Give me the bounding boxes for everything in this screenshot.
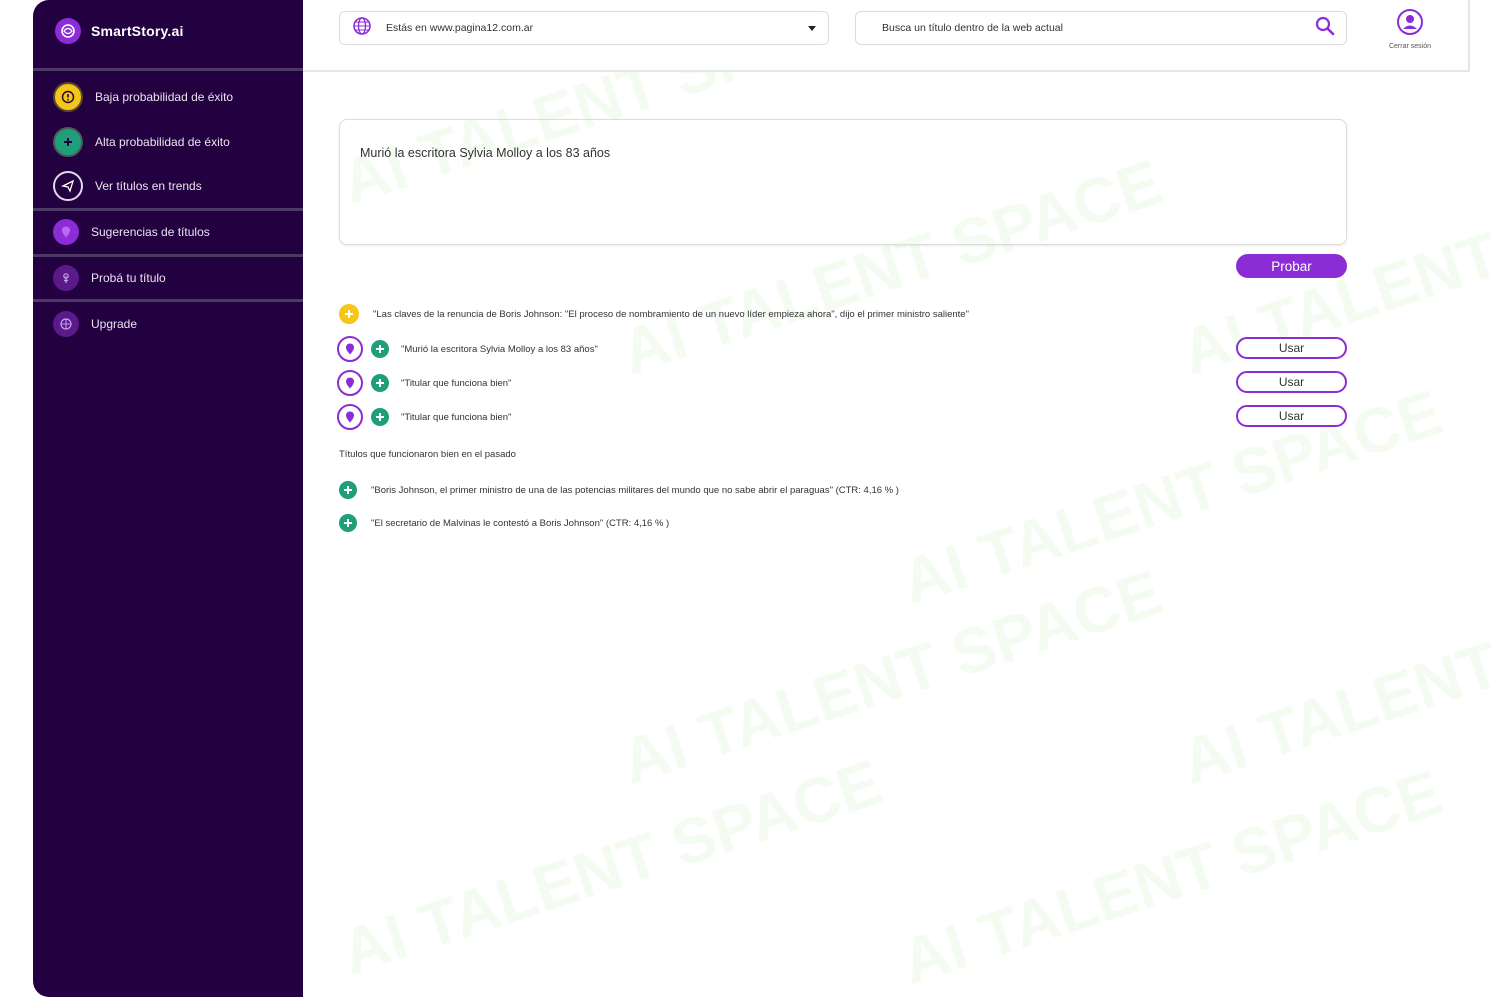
- search-box[interactable]: [855, 11, 1347, 45]
- pin-icon: [53, 219, 79, 245]
- top-bar: Estás en www.pagina12.com.ar Cerrar sesi…: [303, 0, 1470, 72]
- plus-badge-icon: [371, 408, 389, 426]
- past-title-text: "Boris Johnson, el primer ministro de un…: [371, 484, 899, 496]
- past-titles-heading: Títulos que funcionaron bien en el pasad…: [339, 449, 516, 460]
- probar-button[interactable]: Probar: [1236, 254, 1347, 278]
- watermark-text: AI TALENT SPACE: [1172, 556, 1500, 799]
- suggestion-text: "Murió la escritora Sylvia Molloy a los …: [401, 343, 598, 355]
- past-title-text: "El secretario de Malvinas le contestó a…: [371, 517, 670, 529]
- pin-icon: [337, 336, 363, 362]
- logout-label: Cerrar sesión: [1388, 43, 1431, 50]
- warning-icon: [53, 82, 83, 112]
- site-selector[interactable]: Estás en www.pagina12.com.ar: [339, 11, 829, 45]
- suggestion-text: "Titular que funciona bien": [401, 411, 512, 423]
- sidebar-item-baja[interactable]: Baja probabilidad de éxito: [53, 82, 233, 112]
- logout-button[interactable]: Cerrar sesión: [1383, 8, 1437, 50]
- site-selector-value: Estás en www.pagina12.com.ar: [386, 22, 534, 34]
- sidebar-divider: [33, 208, 303, 211]
- sidebar-item-upgrade[interactable]: Upgrade: [53, 309, 137, 339]
- sidebar: SmartStory.ai Baja probabilidad de éxito…: [33, 0, 303, 997]
- plus-badge-icon: [53, 127, 83, 157]
- globe-icon: [352, 16, 372, 41]
- suggestion-row: "Titular que funciona bien": [337, 370, 511, 396]
- title-input-box[interactable]: Murió la escritora Sylvia Molloy a los 8…: [339, 119, 1347, 245]
- watermark-text: AI TALENT SPACE: [892, 755, 1451, 999]
- title-input[interactable]: Murió la escritora Sylvia Molloy a los 8…: [358, 144, 1322, 228]
- sidebar-item-label: Ver títulos en trends: [95, 179, 202, 193]
- tap-icon: [53, 265, 79, 291]
- sidebar-divider: [33, 254, 303, 257]
- pin-icon: [337, 404, 363, 430]
- warning-result-row: "Las claves de la renuncia de Boris John…: [339, 304, 969, 324]
- usar-button[interactable]: Usar: [1236, 405, 1347, 427]
- sidebar-divider: [33, 299, 303, 302]
- brand-logo-icon: [55, 18, 81, 44]
- sidebar-item-label: Upgrade: [91, 317, 138, 331]
- sidebar-item-label: Probá tu título: [91, 271, 166, 285]
- sidebar-item-label: Baja probabilidad de éxito: [95, 90, 234, 104]
- plus-badge-icon: [339, 514, 357, 532]
- warning-result-text: "Las claves de la renuncia de Boris John…: [373, 308, 969, 320]
- usar-button[interactable]: Usar: [1236, 337, 1347, 359]
- warning-icon: [339, 304, 359, 324]
- past-title-row: "El secretario de Malvinas le contestó a…: [339, 514, 669, 532]
- sidebar-item-sugerencias[interactable]: Sugerencias de títulos: [53, 217, 210, 247]
- sidebar-item-alta[interactable]: Alta probabilidad de éxito: [53, 127, 230, 157]
- globe-icon: [53, 311, 79, 337]
- brand[interactable]: SmartStory.ai: [55, 16, 184, 46]
- past-title-row: "Boris Johnson, el primer ministro de un…: [339, 481, 899, 499]
- sidebar-item-label: Sugerencias de títulos: [91, 225, 210, 239]
- plus-badge-icon: [339, 481, 357, 499]
- suggestion-row: "Murió la escritora Sylvia Molloy a los …: [337, 336, 598, 362]
- user-icon: [1396, 9, 1424, 40]
- plus-badge-icon: [371, 374, 389, 392]
- watermark-text: AI TALENT SPACE: [332, 745, 891, 989]
- search-input[interactable]: [880, 21, 1314, 35]
- brand-name: SmartStory.ai: [91, 23, 184, 39]
- plus-badge-icon: [371, 340, 389, 358]
- search-icon[interactable]: [1314, 15, 1336, 42]
- send-icon: [53, 171, 83, 201]
- suggestion-row: "Titular que funciona bien": [337, 404, 511, 430]
- watermark-text: AI TALENT SPACE: [612, 555, 1171, 799]
- usar-button[interactable]: Usar: [1236, 371, 1347, 393]
- sidebar-item-proba[interactable]: Probá tu título: [53, 263, 166, 293]
- sidebar-item-label: Alta probabilidad de éxito: [95, 135, 230, 149]
- sidebar-divider: [33, 68, 303, 71]
- sidebar-item-trends[interactable]: Ver títulos en trends: [53, 171, 202, 201]
- suggestion-text: "Titular que funciona bien": [401, 377, 512, 389]
- pin-icon: [337, 370, 363, 396]
- chevron-down-icon[interactable]: [808, 25, 816, 31]
- watermark-text: AI TALENT SPACE: [892, 375, 1451, 619]
